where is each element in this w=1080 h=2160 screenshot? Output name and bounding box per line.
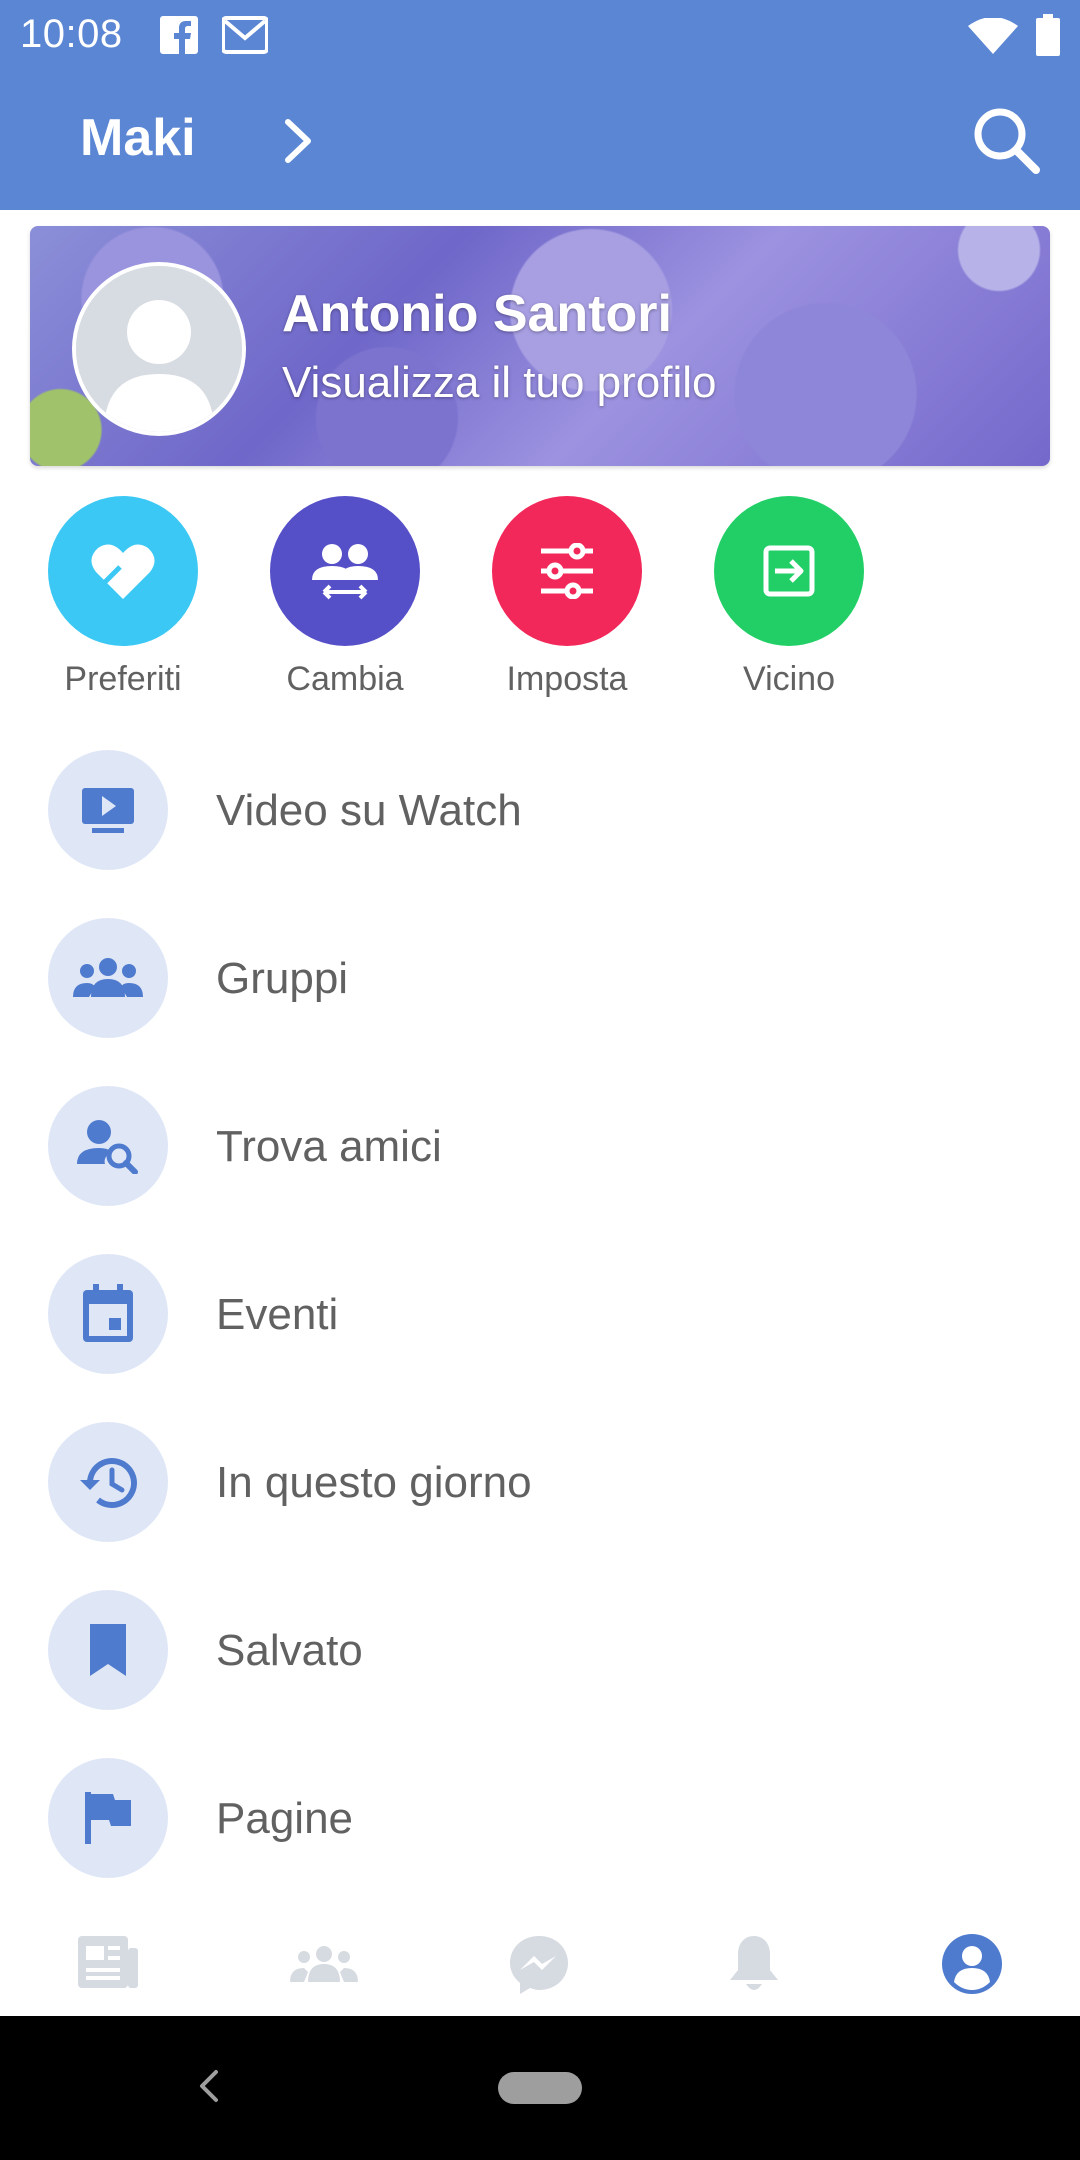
menu-item-eventi[interactable]: Eventi [0, 1230, 1080, 1398]
calendar-icon [48, 1254, 168, 1374]
shortcut-imposta[interactable]: Imposta [482, 496, 652, 699]
home-pill[interactable] [498, 2072, 582, 2104]
system-navigation-bar [0, 2016, 1080, 2160]
menu-item-gruppi[interactable]: Gruppi [0, 894, 1080, 1062]
bottom-tab-bar [0, 1900, 1080, 2016]
heart-icon[interactable] [48, 496, 198, 646]
menu-label: In questo giorno [216, 1458, 532, 1507]
menu-label: Gruppi [216, 954, 349, 1003]
menu-label: Video su Watch [216, 786, 522, 835]
shortcut-label: Preferiti [64, 660, 182, 698]
menu-item-salvato[interactable]: Salvato [0, 1566, 1080, 1734]
menu-label: Salvato [216, 1626, 363, 1675]
menu-label: Eventi [216, 1290, 339, 1339]
friends-icon[interactable] [290, 1946, 358, 1987]
news-feed-icon[interactable] [78, 1934, 138, 1995]
shortcut-vicino[interactable]: Vicino [704, 496, 874, 699]
shortcut-label: Vicino [743, 660, 835, 698]
history-icon [48, 1422, 168, 1542]
avatar[interactable] [72, 262, 246, 436]
find-friends-icon [48, 1086, 168, 1206]
app-bar: Maki [0, 72, 1080, 210]
messenger-icon[interactable] [508, 1934, 570, 2001]
search-icon[interactable] [972, 106, 1042, 181]
menu-label: Pagine [216, 1794, 354, 1843]
battery-icon [1036, 14, 1060, 61]
chevron-right-icon[interactable] [282, 116, 314, 171]
flag-icon [48, 1758, 168, 1878]
shortcut-preferiti[interactable]: Preferiti [38, 496, 208, 699]
profile-cover-banner[interactable]: Antonio Santori Visualizza il tuo profil… [30, 226, 1050, 466]
menu-item-video-su-watch[interactable]: Video su Watch [0, 726, 1080, 894]
back-icon[interactable] [196, 2066, 220, 2111]
exit-icon[interactable] [714, 496, 864, 646]
status-bar: 10:08 [0, 0, 1080, 72]
menu-item-pagine[interactable]: Pagine [0, 1734, 1080, 1902]
shortcut-label: Cambia [286, 660, 404, 698]
bookmark-icon [48, 1590, 168, 1710]
profile-icon[interactable] [942, 1934, 1002, 1999]
facebook-notification-icon [160, 16, 198, 59]
gmail-notification-icon [221, 16, 269, 59]
video-icon [48, 750, 168, 870]
app-title[interactable]: Maki [80, 108, 196, 168]
bell-icon[interactable] [728, 1934, 780, 1999]
view-profile-link[interactable]: Visualizza il tuo profilo [282, 358, 717, 408]
menu-item-trova-amici[interactable]: Trova amici [0, 1062, 1080, 1230]
switch-accounts-icon[interactable] [270, 496, 420, 646]
profile-name[interactable]: Antonio Santori [282, 284, 672, 344]
sliders-icon[interactable] [492, 496, 642, 646]
groups-icon [48, 918, 168, 1038]
status-time: 10:08 [20, 12, 123, 56]
shortcut-cambia[interactable]: Cambia [260, 496, 430, 699]
shortcut-label: Imposta [506, 660, 628, 698]
wifi-icon [968, 17, 1018, 59]
menu-label: Trova amici [216, 1122, 442, 1171]
menu-item-in-questo-giorno[interactable]: In questo giorno [0, 1398, 1080, 1566]
